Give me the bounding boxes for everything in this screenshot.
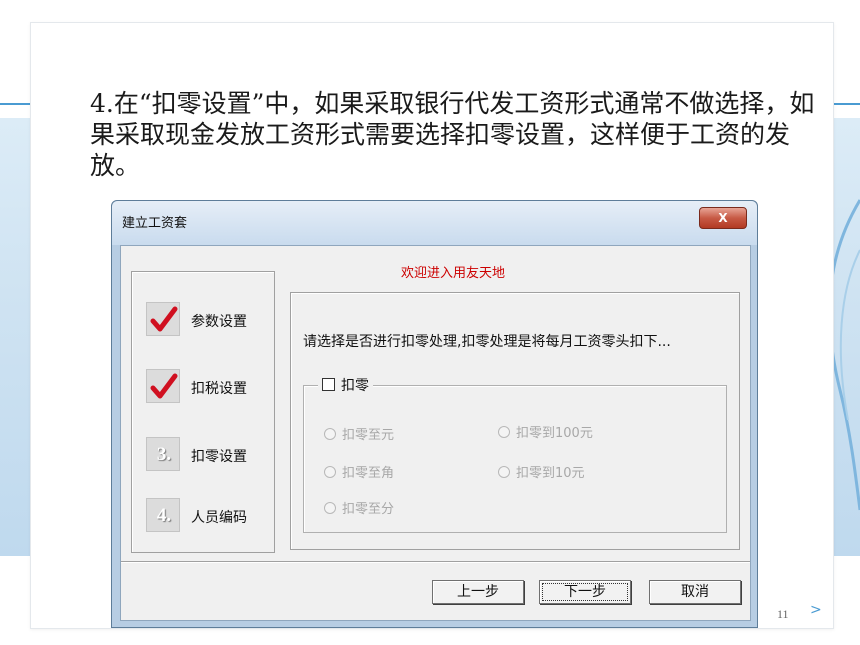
welcome-text: 欢迎进入用友天地 bbox=[401, 266, 506, 281]
radio-icon bbox=[324, 501, 336, 514]
step-number: 4. bbox=[156, 505, 172, 526]
close-icon: X bbox=[718, 211, 728, 225]
radio-round-yuan[interactable]: 扣零至元 bbox=[324, 424, 394, 443]
step-label: 人员编码 bbox=[191, 510, 247, 526]
next-slide-icon[interactable]: > bbox=[810, 602, 822, 618]
dialog-titlebar: 建立工资套 X bbox=[112, 201, 757, 245]
step-number: 3. bbox=[156, 444, 172, 465]
step-label: 扣零设置 bbox=[191, 449, 247, 465]
radio-label: 扣零到100元 bbox=[516, 426, 593, 441]
checkbox-label: 扣零 bbox=[341, 378, 369, 394]
step-label: 扣税设置 bbox=[191, 381, 247, 397]
step-number-icon: 3. bbox=[146, 437, 180, 471]
radio-label: 扣零至分 bbox=[342, 502, 395, 517]
cancel-button[interactable]: 取消 bbox=[649, 580, 741, 604]
slide-body-text: 4.在“扣零设置”中，如果采取银行代发工资形式通常不做选择，如果采取现金发放工资… bbox=[90, 89, 815, 180]
radio-round-100[interactable]: 扣零到100元 bbox=[498, 422, 593, 441]
radio-icon bbox=[498, 425, 510, 438]
steps-panel: 参数设置 扣税设置 3. 扣零设置 4. 人员编码 bbox=[131, 271, 275, 553]
step-done-icon bbox=[146, 302, 180, 336]
step-parameters: 参数设置 bbox=[146, 302, 271, 336]
page-number: 11 bbox=[777, 607, 789, 621]
step-number-icon: 4. bbox=[146, 498, 180, 532]
step-tax: 扣税设置 bbox=[146, 369, 271, 403]
close-button[interactable]: X bbox=[699, 207, 747, 229]
dialog-client-area: 欢迎进入用友天地 参数设置 扣税设置 3. 扣零设置 4. 人员编码 请选择是否… bbox=[120, 245, 751, 621]
step-label: 参数设置 bbox=[191, 314, 247, 330]
radio-label: 扣零至元 bbox=[342, 428, 395, 443]
radio-label: 扣零至角 bbox=[342, 466, 395, 481]
button-separator bbox=[121, 561, 750, 563]
step-rounding: 3. 扣零设置 bbox=[146, 437, 271, 471]
radio-label: 扣零到10元 bbox=[516, 466, 585, 481]
radio-round-10[interactable]: 扣零到10元 bbox=[498, 462, 585, 481]
checkbox-icon[interactable] bbox=[322, 377, 335, 391]
rounding-checkbox[interactable]: 扣零 bbox=[318, 377, 373, 395]
description-text: 请选择是否进行扣零处理,扣零处理是将每月工资零头扣下... bbox=[303, 334, 671, 350]
setup-wage-dialog: 建立工资套 X 欢迎进入用友天地 参数设置 扣税设置 3. 扣零设置 4. 人员… bbox=[111, 200, 758, 628]
content-panel: 请选择是否进行扣零处理,扣零处理是将每月工资零头扣下... 扣零 扣零至元 扣零… bbox=[290, 292, 740, 550]
radio-round-fen[interactable]: 扣零至分 bbox=[324, 498, 394, 517]
dialog-title: 建立工资套 bbox=[122, 216, 188, 231]
next-button[interactable]: 下一步 bbox=[539, 580, 631, 604]
rounding-groupbox: 扣零 扣零至元 扣零到100元 扣零至角 扣零到10元 扣零至分 bbox=[303, 377, 727, 533]
radio-icon bbox=[324, 465, 336, 478]
radio-icon bbox=[324, 427, 336, 440]
radio-icon bbox=[498, 465, 510, 478]
radio-round-jiao[interactable]: 扣零至角 bbox=[324, 462, 394, 481]
step-done-icon bbox=[146, 369, 180, 403]
prev-button[interactable]: 上一步 bbox=[432, 580, 524, 604]
step-staff-code: 4. 人员编码 bbox=[146, 498, 271, 532]
